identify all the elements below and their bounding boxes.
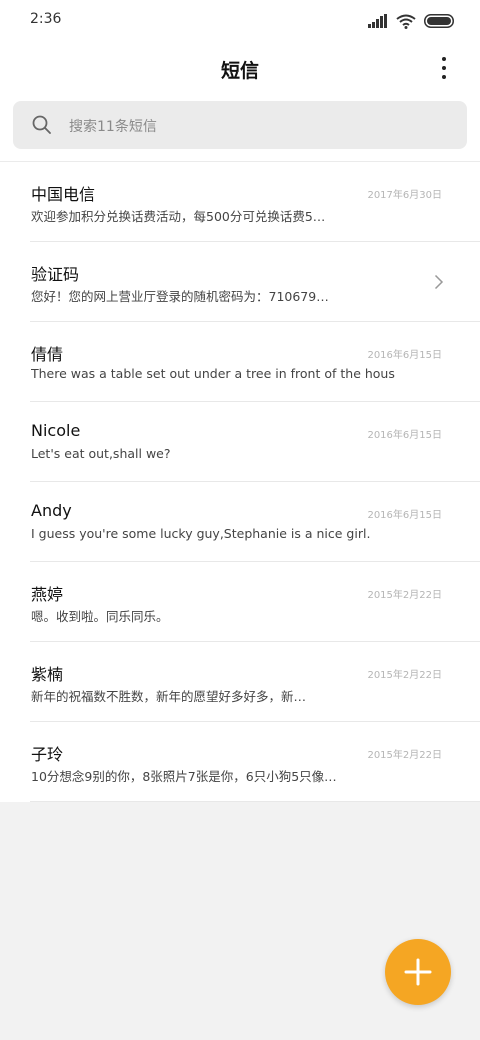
conversation-preview: 嗯。收到啦。同乐同乐。: [31, 609, 169, 624]
conversation-preview: Let's eat out,shall we?: [31, 446, 171, 461]
conversation-preview: There was a table set out under a tree i…: [31, 366, 395, 381]
conversation-name: 中国电信: [31, 185, 96, 204]
search-placeholder: 搜索11条短信: [69, 119, 157, 135]
status-icons: [368, 12, 454, 30]
screen-content: 2:36 短信 搜索11条短信 中国电信 2017年6月30日 欢迎参加积分兑换…: [0, 0, 480, 802]
conversation-name: Andy: [31, 501, 72, 520]
search-icon: [32, 115, 51, 134]
battery-icon: [424, 14, 454, 28]
conversation-date: 2016年6月15日: [367, 430, 442, 441]
message-list: 中国电信 2017年6月30日 欢迎参加积分兑换话费活动，每500分可兑换话费5…: [0, 162, 480, 802]
conversation-date: 2015年2月22日: [367, 590, 442, 601]
conversation-preview: 您好！您的网上营业厅登录的随机密码为：710679…: [31, 289, 329, 304]
more-options-button[interactable]: [434, 54, 454, 82]
new-message-button[interactable]: [385, 939, 451, 1005]
status-time: 2:36: [30, 11, 62, 27]
conversation-preview: 欢迎参加积分兑换话费活动，每500分可兑换话费5…: [31, 209, 326, 224]
page-title: 短信: [220, 60, 259, 82]
conversation-name: 验证码: [31, 265, 80, 284]
conversation-name: 子玲: [31, 745, 64, 764]
conversation-item[interactable]: 紫楠 2015年2月22日 新年的祝福数不胜数，新年的愿望好多好多，新…: [0, 642, 480, 722]
conversation-date: 2015年2月22日: [367, 750, 442, 761]
conversation-name: 倩倩: [31, 345, 64, 364]
conversation-date: 2016年6月15日: [367, 350, 442, 361]
conversation-item[interactable]: 倩倩 2016年6月15日 There was a table set out …: [0, 322, 480, 402]
chevron-right-icon: [434, 274, 444, 290]
conversation-date: 2015年2月22日: [367, 670, 442, 681]
conversation-preview: I guess you're some lucky guy,Stephanie …: [31, 526, 371, 541]
conversation-preview: 新年的祝福数不胜数，新年的愿望好多好多，新…: [31, 689, 307, 704]
conversation-item[interactable]: 验证码 您好！您的网上营业厅登录的随机密码为：710679…: [0, 242, 480, 322]
conversation-preview: 10分想念9别的你，8张照片7张是你，6只小狗5只像…: [31, 769, 337, 784]
conversation-item[interactable]: 中国电信 2017年6月30日 欢迎参加积分兑换话费活动，每500分可兑换话费5…: [0, 162, 480, 242]
conversation-item[interactable]: Andy 2016年6月15日 I guess you're some luck…: [0, 482, 480, 562]
signal-icon: [368, 14, 387, 28]
conversation-item[interactable]: Nicole 2016年6月15日 Let's eat out,shall we…: [0, 402, 480, 482]
more-dot-icon: [442, 66, 446, 70]
conversation-name: 燕婷: [31, 585, 64, 604]
conversation-name: 紫楠: [31, 665, 64, 684]
more-dot-icon: [442, 57, 446, 61]
status-bar: 2:36: [0, 0, 480, 40]
app-header: 短信: [0, 40, 480, 96]
conversation-date: 2017年6月30日: [367, 190, 442, 201]
plus-icon: [404, 958, 432, 986]
wifi-icon: [396, 14, 416, 29]
search-input[interactable]: 搜索11条短信: [13, 101, 467, 149]
more-dot-icon: [442, 75, 446, 79]
conversation-date: 2016年6月15日: [367, 510, 442, 521]
conversation-item[interactable]: 燕婷 2015年2月22日 嗯。收到啦。同乐同乐。: [0, 562, 480, 642]
conversation-item[interactable]: 子玲 2015年2月22日 10分想念9别的你，8张照片7张是你，6只小狗5只像…: [0, 722, 480, 802]
conversation-name: Nicole: [31, 421, 81, 440]
